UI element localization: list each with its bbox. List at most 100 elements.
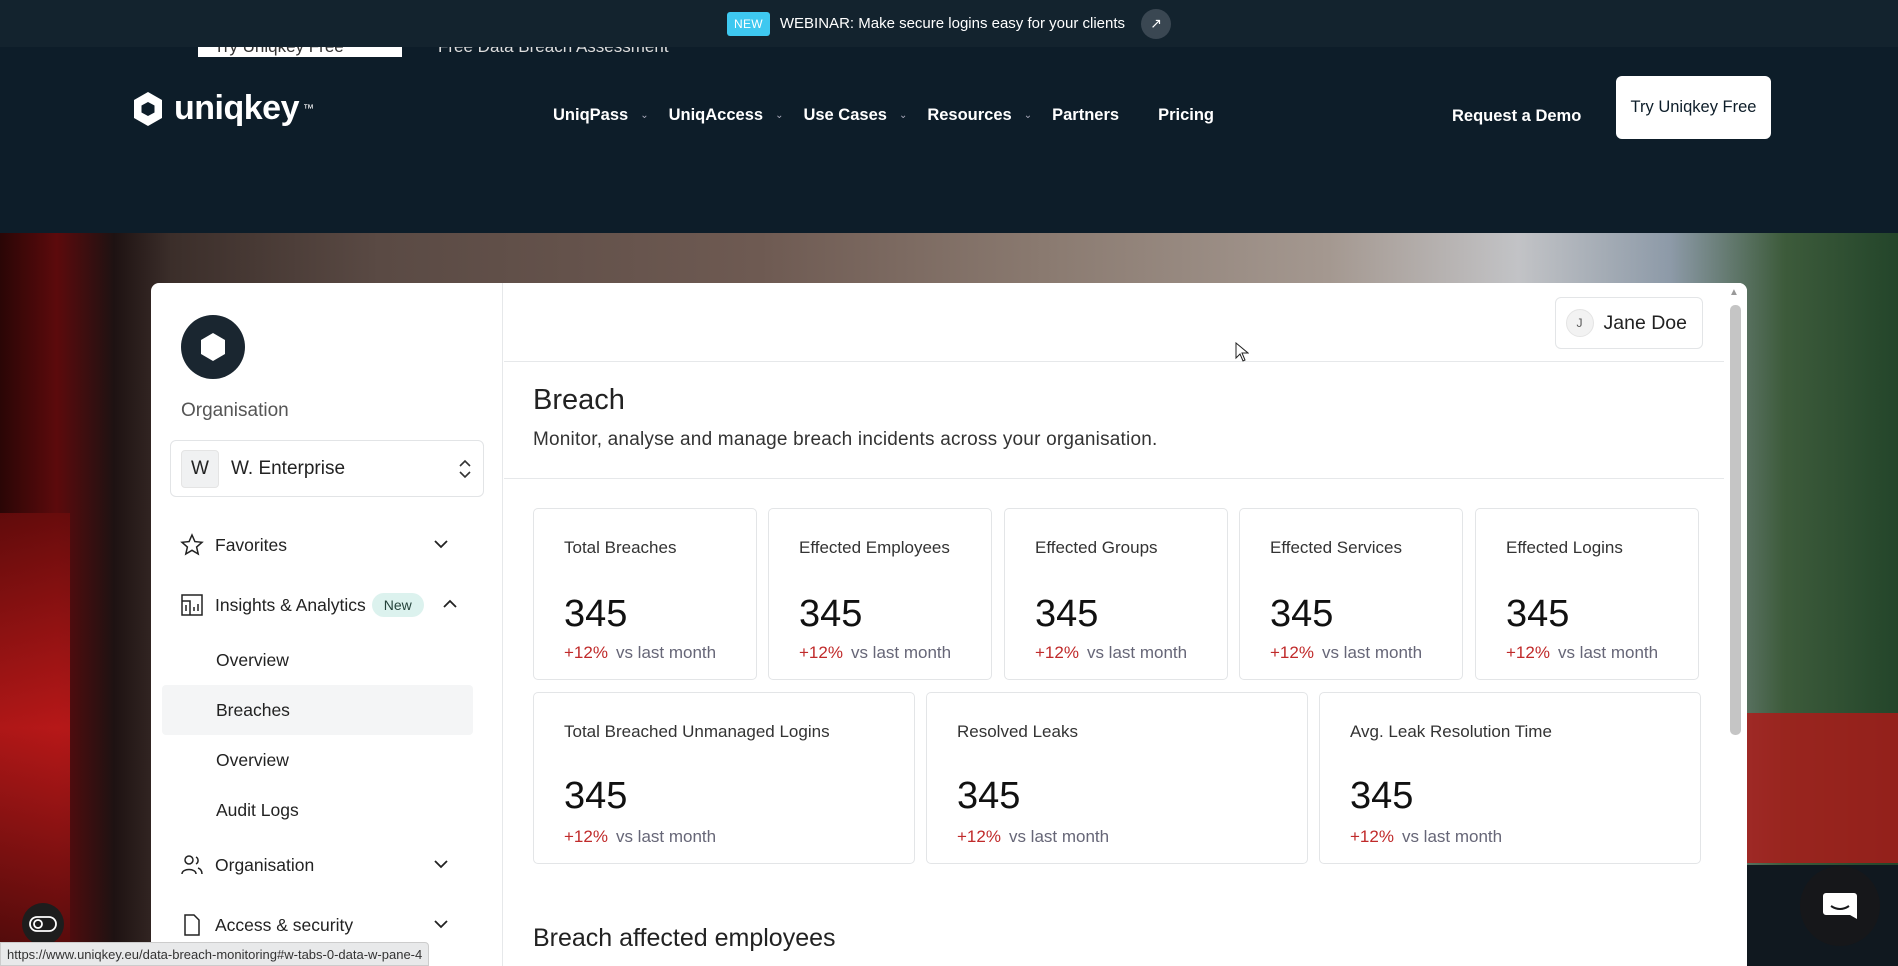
nav-partners[interactable]: Partners xyxy=(1052,96,1158,135)
sidebar-nav: Favorites Insights & Analytics New Overv… xyxy=(151,515,503,955)
mouse-cursor-icon xyxy=(1235,342,1249,362)
stat-delta: +12% vs last month xyxy=(564,827,716,847)
stat-title: Effected Services xyxy=(1270,538,1402,557)
chevron-down-icon: ⌄ xyxy=(898,110,908,121)
sidebar-item-label: Access & security xyxy=(215,914,354,935)
star-icon xyxy=(180,533,204,556)
stat-card-effected-groups[interactable]: Effected Groups 345 +12% vs last month xyxy=(1004,508,1228,680)
delta-percent: +12% xyxy=(1506,643,1550,662)
stat-value: 345 xyxy=(957,775,1021,817)
stat-card-resolved-leaks[interactable]: Resolved Leaks 345 +12% vs last month xyxy=(926,692,1308,864)
announcement-text[interactable]: WEBINAR: Make secure logins easy for you… xyxy=(780,15,1125,32)
scroll-up-icon[interactable]: ▲ xyxy=(1729,287,1739,298)
delta-percent: +12% xyxy=(1035,643,1079,662)
stat-delta: +12% vs last month xyxy=(1506,643,1658,663)
delta-suffix: vs last month xyxy=(1086,643,1188,662)
stat-value: 345 xyxy=(1350,775,1414,817)
sidebar-subitem-overview[interactable]: Overview xyxy=(151,635,503,685)
page-title: Breach xyxy=(533,384,625,416)
delta-percent: +12% xyxy=(799,643,843,662)
site-header: Try Uniqkey Free Free Data Breach Assess… xyxy=(0,47,1898,233)
chevron-down-icon: ⌄ xyxy=(775,110,784,121)
scrollbar[interactable]: ▲ xyxy=(1724,283,1747,966)
browser-status-url: https://www.uniqkey.eu/data-breach-monit… xyxy=(0,942,430,966)
stat-card-effected-services[interactable]: Effected Services 345 +12% vs last month xyxy=(1239,508,1463,680)
chevron-down-icon xyxy=(434,920,448,929)
delta-suffix: vs last month xyxy=(850,643,952,662)
stat-title: Effected Logins xyxy=(1506,538,1623,557)
brand-logo[interactable]: uniqkey ™ xyxy=(130,89,314,128)
stat-value: 345 xyxy=(799,593,863,635)
sidebar-subitem-overview-2[interactable]: Overview xyxy=(151,735,503,785)
uniqkey-logo-icon xyxy=(134,91,162,126)
stat-value: 345 xyxy=(1270,593,1334,635)
nav-use-cases[interactable]: Use Cases ⌄ xyxy=(803,96,927,135)
delta-percent: +12% xyxy=(957,827,1001,846)
announcement-bar[interactable]: NEW WEBINAR: Make secure logins easy for… xyxy=(0,0,1898,47)
try-free-button[interactable]: Try Uniqkey Free xyxy=(1616,76,1771,139)
stat-value: 345 xyxy=(1035,593,1099,635)
stat-card-unmanaged-logins[interactable]: Total Breached Unmanaged Logins 345 +12%… xyxy=(533,692,915,864)
delta-suffix: vs last month xyxy=(1321,643,1423,662)
org-selector[interactable]: W W. Enterprise xyxy=(170,440,484,497)
nav-uniqpass[interactable]: UniqPass ⌄ xyxy=(553,96,669,135)
delta-suffix: vs last month xyxy=(1401,827,1503,846)
nav-label: Resources xyxy=(927,106,1012,124)
org-avatar: W xyxy=(181,449,219,488)
chevron-down-icon xyxy=(434,540,448,549)
section-title: Breach affected employees xyxy=(533,924,836,952)
stat-card-effected-employees[interactable]: Effected Employees 345 +12% vs last month xyxy=(768,508,992,680)
stat-delta: +12% vs last month xyxy=(799,643,951,663)
chevron-up-down-icon xyxy=(459,459,471,479)
stat-delta: +12% vs last month xyxy=(957,827,1109,847)
nav-pricing[interactable]: Pricing xyxy=(1158,96,1253,135)
brand-tm: ™ xyxy=(302,102,314,115)
top-bar: J Jane Doe xyxy=(504,283,1724,362)
org-label: Organisation xyxy=(181,400,289,421)
chevron-down-icon: ⌄ xyxy=(1023,110,1033,121)
page-header: Breach Monitor, analyse and manage breac… xyxy=(504,362,1724,479)
nav-label: Pricing xyxy=(1158,106,1214,124)
sidebar: Organisation W W. Enterprise Favorites I… xyxy=(151,283,503,966)
stat-delta: +12% vs last month xyxy=(1035,643,1187,663)
cookie-settings-button[interactable] xyxy=(22,903,64,945)
nav-label: Use Cases xyxy=(803,106,887,124)
main-content: J Jane Doe Breach Monitor, analyse and m… xyxy=(504,283,1724,966)
hero-decor xyxy=(0,513,70,943)
stat-value: 345 xyxy=(564,593,628,635)
sidebar-item-organisation[interactable]: Organisation xyxy=(151,835,503,895)
sidebar-subitem-audit-logs[interactable]: Audit Logs xyxy=(151,785,503,835)
request-demo-link[interactable]: Request a Demo xyxy=(1452,97,1581,136)
delta-percent: +12% xyxy=(1270,643,1314,662)
stat-title: Total Breached Unmanaged Logins xyxy=(564,722,830,741)
nav-resources[interactable]: Resources ⌄ xyxy=(927,96,1052,135)
stat-delta: +12% vs last month xyxy=(1350,827,1502,847)
sidebar-item-insights[interactable]: Insights & Analytics New xyxy=(151,575,503,635)
ghost-try-button: Try Uniqkey Free xyxy=(198,47,402,57)
user-menu[interactable]: J Jane Doe xyxy=(1554,297,1703,349)
chat-launcher-button[interactable] xyxy=(1800,866,1880,946)
stat-delta: +12% vs last month xyxy=(1270,643,1422,663)
stat-card-effected-logins[interactable]: Effected Logins 345 +12% vs last month xyxy=(1475,508,1699,680)
nav-label: Partners xyxy=(1052,106,1120,124)
sidebar-subitem-breaches[interactable]: Breaches xyxy=(162,685,473,735)
cookie-toggle-icon xyxy=(29,916,57,932)
chat-icon xyxy=(1823,893,1857,919)
scrollbar-thumb[interactable] xyxy=(1730,305,1741,735)
users-icon xyxy=(181,855,203,875)
brand-name: uniqkey xyxy=(174,89,299,127)
sidebar-item-favorites[interactable]: Favorites xyxy=(151,515,503,575)
document-lock-icon xyxy=(184,914,200,936)
dashboard-mockup: Organisation W W. Enterprise Favorites I… xyxy=(151,283,1747,966)
stat-title: Effected Groups xyxy=(1035,538,1158,557)
stat-card-avg-resolution-time[interactable]: Avg. Leak Resolution Time 345 +12% vs las… xyxy=(1319,692,1701,864)
delta-suffix: vs last month xyxy=(615,643,717,662)
new-badge: NEW xyxy=(726,11,770,36)
nav-uniqaccess[interactable]: UniqAccess ⌄ xyxy=(669,96,804,135)
delta-percent: +12% xyxy=(564,643,608,662)
delta-percent: +12% xyxy=(564,827,608,846)
arrow-up-right-icon[interactable]: ↗ xyxy=(1141,8,1172,39)
stat-title: Total Breaches xyxy=(564,538,677,557)
analytics-icon xyxy=(181,594,203,616)
stat-card-total-breaches[interactable]: Total Breaches 345 +12% vs last month xyxy=(533,508,757,680)
